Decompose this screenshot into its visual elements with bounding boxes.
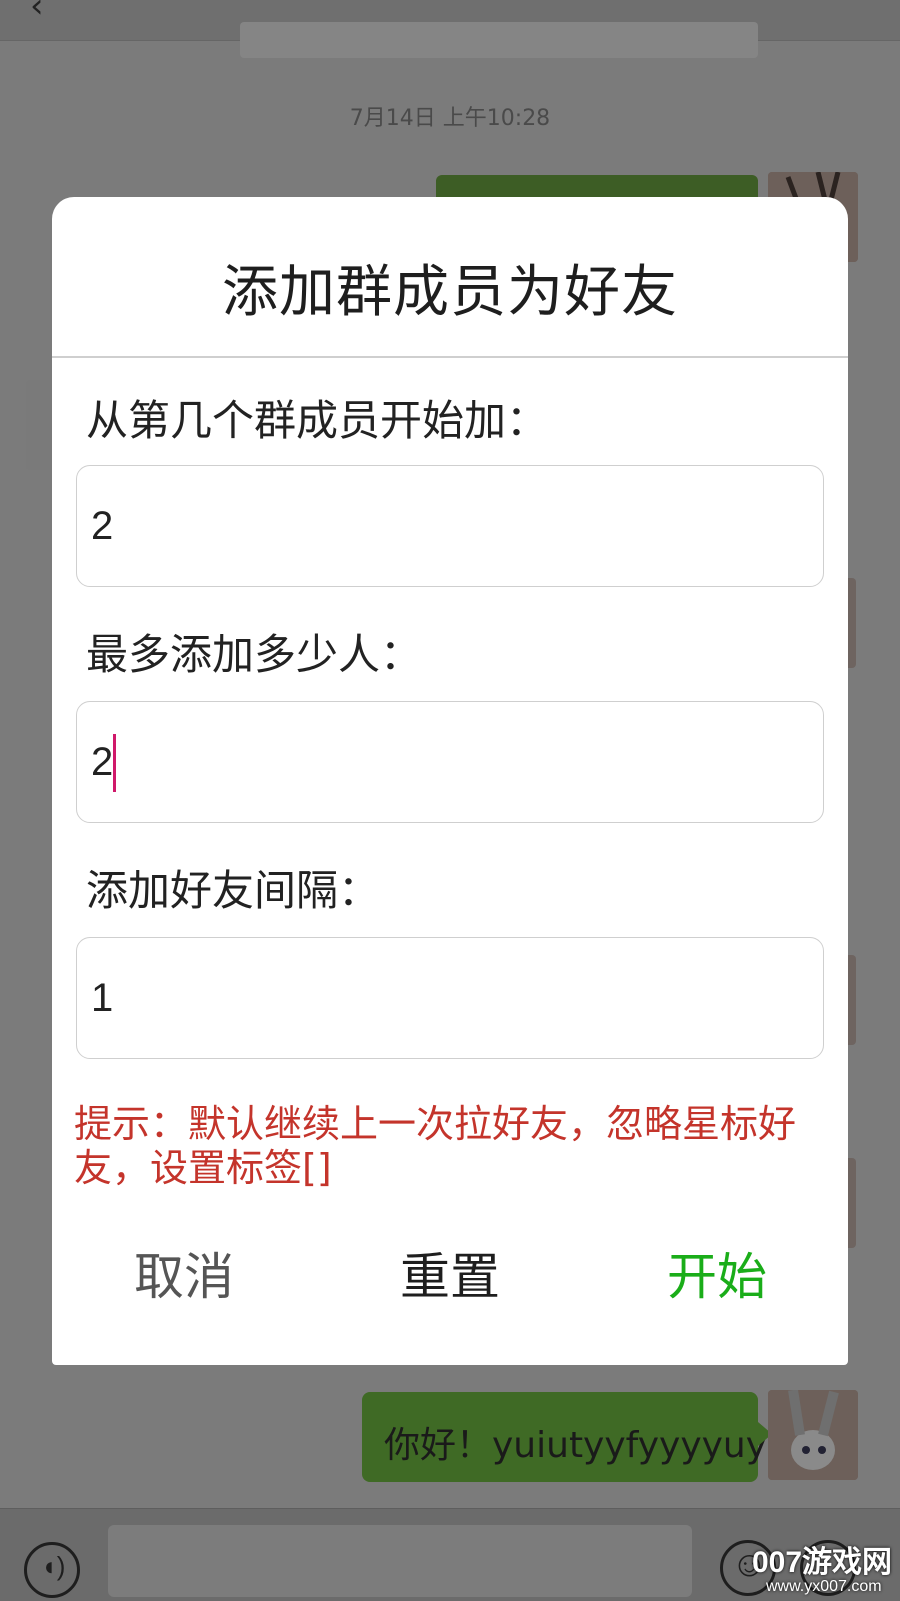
- text-cursor: [113, 734, 116, 792]
- cancel-button[interactable]: 取消: [134, 1237, 234, 1309]
- message-timestamp: 7月14日 上午10:28: [349, 106, 551, 131]
- reset-button[interactable]: 重置: [400, 1237, 500, 1309]
- hint-text: 提示：默认继续上一次拉好友，忽略星标好友，设置标签[]: [74, 1102, 797, 1190]
- message-input[interactable]: [108, 1525, 692, 1597]
- watermark-title: 007游戏网: [752, 1546, 893, 1579]
- back-arrow-icon[interactable]: ‹: [30, 0, 44, 26]
- start-index-input[interactable]: 2: [76, 465, 824, 587]
- message-text: 你好！yuiutyyfyyyyuy: [384, 1425, 768, 1466]
- interval-input[interactable]: 1: [76, 937, 824, 1059]
- max-count-label: 最多添加多少人：: [86, 630, 423, 679]
- dialog-title: 添加群成员为好友: [222, 260, 678, 325]
- watermark: 007游戏网 www.yx007.com: [752, 1548, 892, 1596]
- max-count-value: 2: [91, 740, 114, 784]
- chat-notice-bar: [240, 22, 758, 58]
- start-index-label: 从第几个群成员开始加：: [86, 396, 549, 445]
- start-index-value: 2: [91, 504, 114, 548]
- interval-label: 添加好友间隔：: [86, 866, 381, 915]
- message-bubble[interactable]: 你好！yuiutyyfyyyyuy: [362, 1392, 772, 1482]
- voice-icon: ◖): [41, 1551, 66, 1581]
- divider: [52, 356, 848, 358]
- voice-input-button[interactable]: ◖): [24, 1542, 80, 1598]
- add-members-dialog: 添加群成员为好友 从第几个群成员开始加： 2 最多添加多少人： 2 添加好友间隔…: [52, 197, 848, 1365]
- start-button[interactable]: 开始: [667, 1237, 767, 1309]
- max-count-input[interactable]: 2: [76, 701, 824, 823]
- avatar[interactable]: [768, 1390, 858, 1480]
- interval-value: 1: [91, 976, 114, 1020]
- watermark-url: www.yx007.com: [766, 1578, 882, 1595]
